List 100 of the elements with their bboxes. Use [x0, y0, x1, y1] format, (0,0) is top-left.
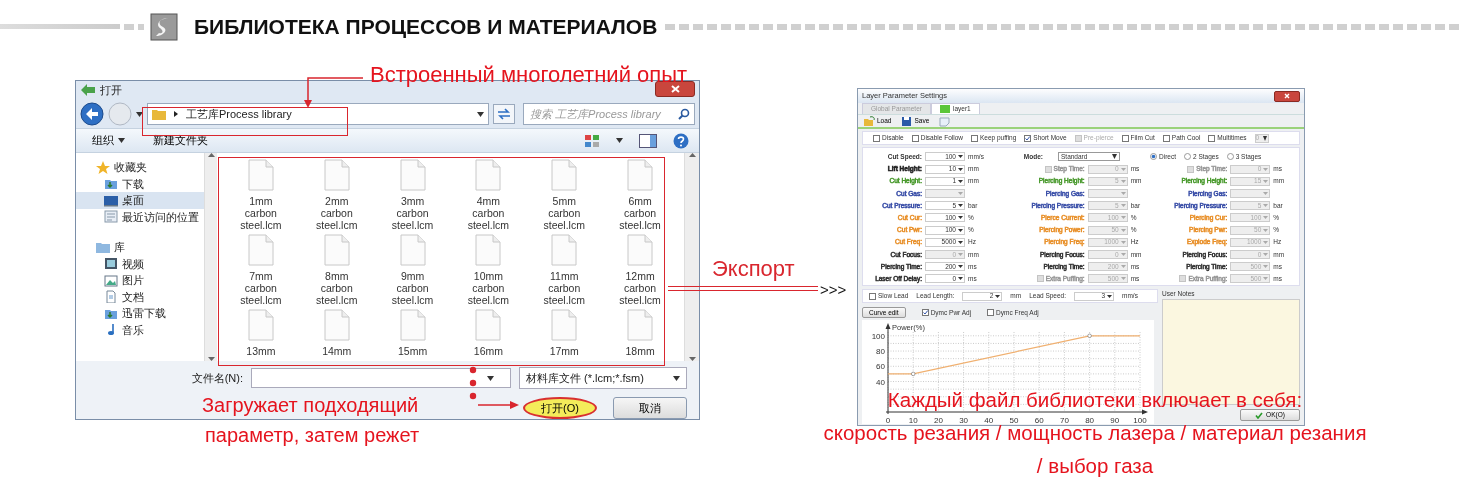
chevron-icon — [174, 111, 178, 118]
nav-item[interactable]: 库 — [76, 239, 204, 256]
checkbox[interactable] — [911, 134, 919, 142]
desktop-icon — [104, 193, 118, 207]
view-icon[interactable] — [584, 133, 600, 148]
control-point[interactable] — [1087, 333, 1092, 338]
open-button[interactable]: 打开(O) — [523, 397, 597, 419]
radio-button[interactable] — [1184, 153, 1191, 160]
nav-item[interactable]: 桌面 — [76, 192, 204, 209]
file-item[interactable]: 16mm — [451, 309, 526, 361]
file-item[interactable]: 12mm carbon steel.lcm — [603, 234, 678, 309]
window-title: 打开 — [100, 83, 122, 99]
caret-icon — [673, 375, 680, 381]
file-item[interactable]: 9mm carbon steel.lcm — [375, 234, 450, 309]
library-icon — [96, 240, 110, 254]
dots-drawing — [468, 366, 478, 402]
checkbox[interactable] — [987, 309, 995, 316]
folder-icon — [152, 108, 166, 121]
checkbox[interactable] — [1162, 134, 1170, 142]
file-item[interactable]: 14mm — [299, 309, 374, 361]
nav-item[interactable]: 图片 — [76, 272, 204, 289]
caret-icon — [1107, 294, 1113, 298]
file-item[interactable]: 15mm — [375, 309, 450, 361]
radio-button[interactable] — [1150, 153, 1157, 160]
file-item[interactable]: 4mm carbon steel.lcm — [451, 159, 526, 234]
close-icon — [670, 85, 680, 94]
close-icon — [1284, 93, 1290, 99]
caret-icon — [1120, 167, 1126, 171]
file-item[interactable]: 5mm carbon steel.lcm — [527, 159, 602, 234]
annotation-text: / выбор газа — [1036, 455, 1154, 476]
file-icon — [399, 309, 426, 341]
preview-pane-icon[interactable] — [639, 133, 657, 148]
file-type-dropdown[interactable]: 材料库文件 (*.lcm;*.fsm) — [519, 367, 687, 389]
annotation-text: Экспорт — [712, 256, 795, 283]
search-field[interactable]: 搜索 工艺库Process library — [523, 103, 695, 126]
checkbox[interactable] — [921, 309, 929, 316]
file-item[interactable]: 1mm carbon steel.lcm — [223, 159, 298, 234]
file-item[interactable]: 7mm carbon steel.lcm — [223, 234, 298, 309]
caret-icon — [487, 375, 494, 381]
nav-item[interactable]: 视频 — [76, 255, 204, 272]
file-item[interactable]: 8mm carbon steel.lcm — [299, 234, 374, 309]
checkbox[interactable] — [1121, 134, 1129, 142]
annotation-text: скорость резания / мощность лазера / материал резания — [823, 422, 1367, 443]
checkbox[interactable] — [1024, 134, 1032, 142]
file-item[interactable]: 18mm — [603, 309, 678, 361]
file-item[interactable]: 6mm carbon steel.lcm — [603, 159, 678, 234]
checkbox[interactable] — [873, 134, 880, 142]
help-icon[interactable] — [673, 132, 689, 149]
tick-label: 60 — [1034, 416, 1044, 424]
file-icon — [399, 159, 426, 191]
tick-label: 100 — [871, 331, 885, 341]
tick-label: 0 — [885, 416, 891, 424]
caret-icon — [958, 179, 963, 183]
field-label: 文件名(N): — [191, 370, 243, 386]
file-item[interactable]: 10mm carbon steel.lcm — [451, 234, 526, 309]
tick-label: 40 — [876, 377, 885, 387]
file-item[interactable]: 17mm — [527, 309, 602, 361]
file-item[interactable]: 2mm carbon steel.lcm — [299, 159, 374, 234]
caret-icon — [1263, 191, 1269, 195]
file-item[interactable]: 11mm carbon steel.lcm — [527, 234, 602, 309]
nav-item[interactable]: 文档 — [76, 288, 204, 305]
nav-item[interactable]: 最近访问的位置 — [76, 208, 204, 225]
cancel-button[interactable]: 取消 — [613, 397, 687, 419]
checkbox[interactable] — [869, 292, 876, 300]
caret-icon — [616, 138, 623, 144]
tick-label: 80 — [876, 347, 885, 357]
scrollbar[interactable] — [204, 153, 217, 361]
tick-label: 90 — [1110, 416, 1120, 424]
checkbox[interactable] — [970, 134, 978, 142]
nav-item[interactable]: 收藏夹 — [76, 159, 204, 176]
file-item[interactable]: 13mm — [223, 309, 298, 361]
tick-label: 20 — [933, 416, 943, 424]
caret-icon — [958, 277, 963, 281]
download-icon — [104, 177, 118, 191]
caret-icon — [1120, 204, 1126, 208]
caret-icon — [1120, 216, 1126, 220]
filename-field[interactable] — [251, 368, 511, 388]
annotation-text: Загружает подходящий параметр, затем режет — [202, 393, 420, 448]
radio-button[interactable] — [1226, 153, 1234, 160]
address-bar[interactable]: 工艺库Process library — [147, 103, 489, 126]
back-icon[interactable] — [80, 102, 104, 127]
file-item[interactable]: 3mm carbon steel.lcm — [375, 159, 450, 234]
scrollbar[interactable] — [684, 153, 699, 361]
close-button[interactable] — [1274, 90, 1300, 102]
logo-icon — [150, 12, 178, 41]
file-icon — [247, 309, 274, 341]
organize-button[interactable]: 组织 — [86, 130, 131, 151]
close-button[interactable] — [655, 81, 695, 98]
save-icon — [901, 115, 913, 127]
nav-item[interactable]: 下载 — [76, 175, 204, 192]
caret-icon — [1120, 191, 1126, 195]
app-icon — [80, 83, 96, 98]
control-point[interactable] — [911, 371, 916, 376]
caret-icon — [1263, 204, 1269, 208]
check-icon — [1255, 411, 1264, 419]
nav-item[interactable]: 迅雷下载 — [76, 305, 204, 322]
checkbox[interactable] — [1208, 134, 1216, 142]
arrow-text: >>> — [820, 280, 847, 300]
nav-item[interactable]: 音乐 — [76, 321, 204, 338]
refresh-icon[interactable] — [493, 104, 515, 125]
